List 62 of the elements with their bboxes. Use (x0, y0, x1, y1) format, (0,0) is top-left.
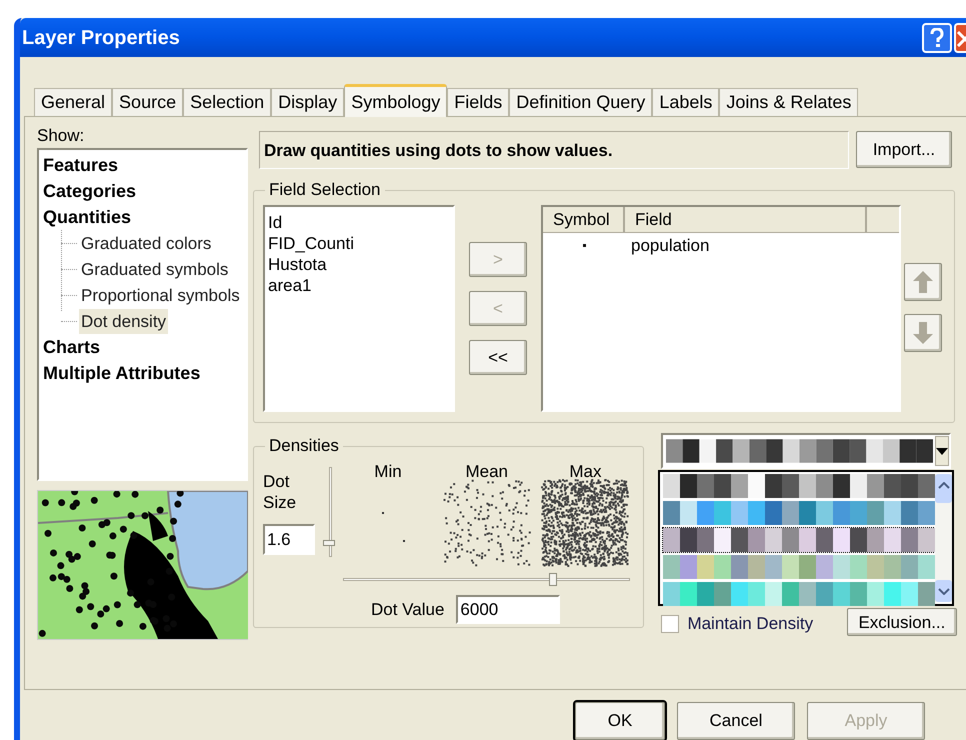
field-item[interactable]: Hustota (268, 254, 453, 275)
dialog-button[interactable]: Cancel (677, 702, 795, 740)
slider-thumb[interactable] (323, 540, 335, 546)
dot-size-label: Dot Size (263, 470, 298, 513)
import-button[interactable]: Import... (856, 131, 952, 168)
preview-label: Mean (465, 460, 508, 479)
tree-item[interactable]: Features (43, 152, 118, 179)
tab[interactable]: Source (112, 88, 184, 116)
tree-item[interactable]: Multiple Attributes (43, 360, 200, 387)
field-item[interactable]: FID_Counti (268, 232, 453, 254)
tab[interactable]: Symbology (344, 84, 448, 118)
up-arrow-icon (912, 270, 934, 294)
checkbox[interactable] (661, 615, 680, 634)
dot-pattern-drawing (382, 512, 406, 543)
help-button[interactable] (922, 22, 952, 53)
tree-item[interactable]: Graduated symbols (79, 256, 230, 282)
tab[interactable]: Display (271, 88, 344, 116)
tab[interactable]: Fields (447, 88, 510, 116)
field-item[interactable]: area1 (268, 274, 453, 296)
table-cell-text: population (630, 235, 710, 258)
column-header[interactable]: Symbol (543, 206, 625, 232)
column-header[interactable]: Field (625, 206, 867, 232)
tab[interactable]: Selection (183, 88, 272, 116)
show-label: Show: (37, 125, 86, 146)
preview-label: Max (569, 460, 602, 479)
description-text: Draw quantities using dots to show values. (264, 140, 613, 162)
color-ramp-option[interactable] (663, 528, 936, 552)
down-arrow-icon (912, 320, 934, 345)
tree-item[interactable]: Quantities (43, 204, 132, 231)
tree-item[interactable]: Proportional symbols (79, 282, 242, 308)
group-title: Densities (268, 435, 340, 458)
dot-symbol-icon (582, 244, 586, 248)
dropdown-caret-icon (936, 448, 948, 455)
color-ramp-dropdown[interactable] (661, 433, 952, 470)
scroll-down-icon[interactable] (935, 580, 952, 602)
color-ramp-option[interactable] (663, 501, 936, 526)
group-title: Field Selection (268, 179, 382, 202)
color-ramp-option[interactable] (663, 582, 936, 606)
preview-label: Min (374, 460, 402, 479)
dot-size-field[interactable]: 1.6 (263, 524, 315, 555)
tree-item[interactable]: Graduated colors (79, 230, 214, 256)
dot-value-field[interactable]: 6000 (456, 594, 560, 624)
exclusion-button[interactable]: Exclusion... (847, 608, 958, 636)
tree-item[interactable]: Charts (43, 334, 100, 361)
scrollbar[interactable] (935, 474, 952, 602)
checkbox-label: Maintain Density (687, 613, 814, 636)
slider-thumb[interactable] (549, 572, 558, 586)
tab[interactable]: General (34, 88, 112, 116)
move-button[interactable]: << (469, 340, 527, 375)
scroll-thumb[interactable] (935, 493, 952, 504)
tree-item[interactable]: Categories (43, 178, 136, 205)
dot-value-label: Dot Value (371, 598, 444, 621)
help-icon (930, 28, 944, 48)
tab[interactable]: Joins & Relates (719, 88, 858, 116)
dialog-button[interactable]: OK (575, 702, 665, 740)
tab[interactable]: Labels (652, 88, 720, 116)
tree-item[interactable]: Dot density (79, 308, 168, 334)
color-ramp-option[interactable] (663, 555, 936, 580)
window-title: Layer Properties (22, 26, 181, 51)
color-ramp-option[interactable] (663, 474, 936, 498)
field-item[interactable]: Id (268, 212, 453, 233)
tab[interactable]: Definition Query (509, 88, 652, 116)
